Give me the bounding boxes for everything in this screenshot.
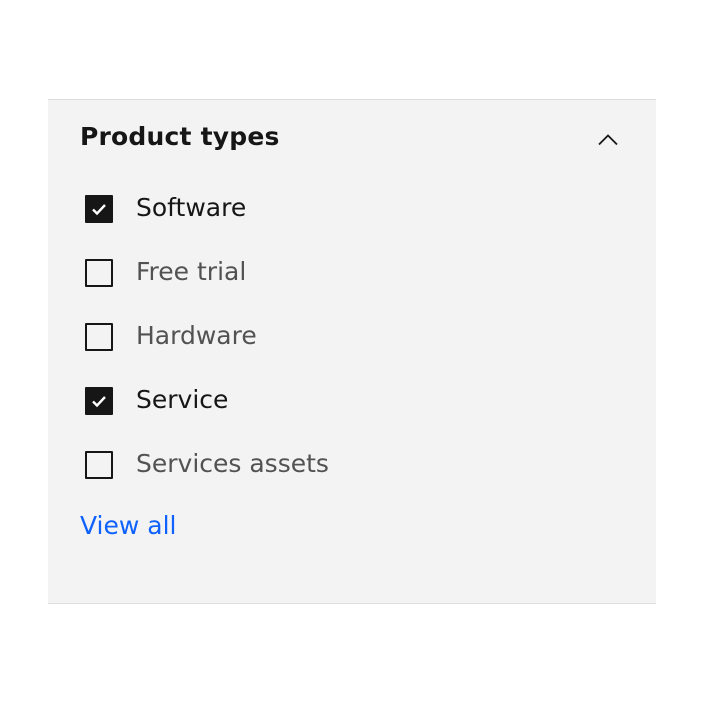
product-types-filter-panel: Product types Software Free trial Hardwa… xyxy=(48,99,656,604)
checkbox[interactable] xyxy=(85,451,113,479)
checkbox[interactable] xyxy=(85,387,113,415)
checkbox-label: Hardware xyxy=(136,321,257,350)
checkbox-label: Services assets xyxy=(136,449,329,478)
checkbox-option-free-trial[interactable]: Free trial xyxy=(80,249,500,297)
filter-title: Product types xyxy=(80,122,280,151)
checkbox-label: Software xyxy=(136,193,247,222)
checkbox[interactable] xyxy=(85,195,113,223)
checkbox[interactable] xyxy=(85,323,113,351)
accordion-header[interactable]: Product types xyxy=(48,100,656,180)
checkbox-option-hardware[interactable]: Hardware xyxy=(80,313,500,361)
checkbox-option-service[interactable]: Service xyxy=(80,377,500,425)
checkbox-option-services-assets[interactable]: Services assets xyxy=(80,441,500,489)
checkbox-label: Free trial xyxy=(136,257,247,286)
checkbox-label: Service xyxy=(136,385,229,414)
chevron-up-icon[interactable] xyxy=(596,128,620,152)
view-all-link[interactable]: View all xyxy=(80,511,176,540)
checkbox[interactable] xyxy=(85,259,113,287)
checkmark-icon xyxy=(92,396,106,408)
checkmark-icon xyxy=(92,204,106,216)
checkbox-option-software[interactable]: Software xyxy=(80,185,500,233)
